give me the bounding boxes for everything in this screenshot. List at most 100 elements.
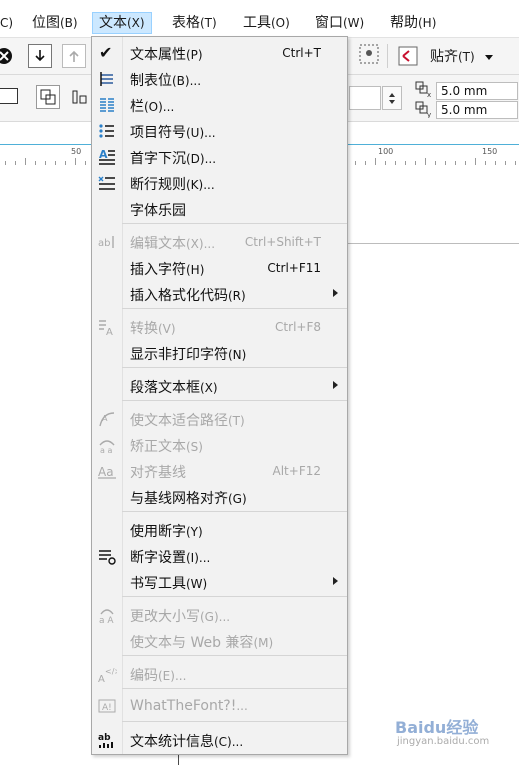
menu-item[interactable]: ab 文本统计信息(C)...: [92, 727, 347, 753]
svg-text:x: x: [427, 91, 431, 98]
menu-table[interactable]: 表格(T): [166, 12, 223, 34]
menu-item-label: 字体乐园: [130, 203, 186, 219]
menu-separator: [122, 400, 347, 401]
spinner-icon[interactable]: [382, 86, 402, 110]
import-icon[interactable]: [28, 44, 52, 68]
ruler-tick: [425, 158, 426, 165]
submenu-arrow-icon: [333, 289, 338, 297]
svg-text:A: A: [98, 674, 105, 684]
menu-item[interactable]: 断行规则(K)...: [92, 170, 347, 196]
menu-item-shortcut: Ctrl+T: [282, 46, 321, 60]
menu-item-label: 对齐基线: [130, 465, 186, 481]
menu-item[interactable]: 段落文本框(X): [92, 373, 347, 399]
line-break-rules-icon: [97, 173, 117, 193]
tab-stops-icon: [97, 69, 117, 89]
menu-item[interactable]: 使用断字(Y): [92, 517, 347, 543]
menu-item[interactable]: A 首字下沉(D)...: [92, 144, 347, 170]
menu-item-shortcut: Ctrl+F11: [267, 261, 321, 275]
rectangle-shape-icon[interactable]: [0, 88, 18, 104]
columns-icon: [97, 95, 117, 115]
drop-cap-icon: A: [97, 147, 117, 167]
fit-text-to-path-icon: A: [97, 409, 117, 429]
menu-separator: [122, 223, 347, 224]
offset-x-icon: x: [414, 80, 434, 99]
menu-item-label: 转换(V): [130, 321, 176, 337]
menu-tools[interactable]: 工具(O): [237, 12, 296, 34]
menu-item: ab 编辑文本(X)... Ctrl+Shift+T: [92, 229, 347, 255]
check-icon: ✔: [99, 43, 113, 62]
property-field-partial[interactable]: [349, 86, 381, 110]
snap-icon[interactable]: [396, 44, 420, 68]
svg-text:a A: a A: [99, 616, 114, 625]
menu-item[interactable]: 字体乐园: [92, 196, 347, 222]
group-objects-icon[interactable]: [36, 85, 60, 109]
watermark-url: jingyan.baidu.com: [397, 736, 490, 747]
bullets-icon: [97, 121, 117, 141]
menu-item-label: 显示非打印字符(N): [130, 347, 247, 363]
menu-item[interactable]: ✔ 文本属性(P) Ctrl+T: [92, 40, 347, 66]
menu-item-shortcut: Ctrl+F8: [275, 320, 321, 334]
whatthefont-icon: A!: [97, 697, 117, 717]
svg-text:</>: </>: [105, 667, 117, 676]
submenu-arrow-icon: [333, 381, 338, 389]
menu-item: 使文本与 Web 兼容(M): [92, 628, 347, 654]
page-border: [348, 243, 519, 244]
ruler-label: 150: [482, 147, 498, 156]
menu-separator: [122, 308, 347, 309]
menu-item[interactable]: 显示非打印字符(N): [92, 340, 347, 366]
menu-item-label: 插入字符(H): [130, 262, 205, 278]
menu-item-label: 使用断字(Y): [130, 524, 203, 540]
menu-item: a A 更改大小写(G)...: [92, 602, 347, 628]
menu-item: Aa 对齐基线 Alt+F12: [92, 458, 347, 484]
menu-item[interactable]: 栏(O)...: [92, 92, 347, 118]
svg-text:ab: ab: [98, 733, 111, 743]
menu-item-label: 插入格式化代码(R): [130, 288, 246, 304]
menu-item-label: 断字设置(I)...: [130, 550, 211, 566]
snap-dropdown[interactable]: 贴齐(T): [430, 46, 494, 66]
menu-prev-item[interactable]: C): [0, 12, 19, 34]
menu-item[interactable]: 书写工具(W): [92, 569, 347, 595]
menu-item[interactable]: 项目符号(U)...: [92, 118, 347, 144]
menu-item-label: 编辑文本(X)...: [130, 236, 216, 252]
svg-text:a a: a a: [100, 446, 112, 455]
menu-item-label: 制表位(B)...: [130, 73, 202, 89]
menu-item[interactable]: 插入格式化代码(R): [92, 281, 347, 307]
menu-item-shortcut: Ctrl+Shift+T: [244, 235, 321, 249]
ruler-label: 100: [378, 147, 394, 156]
menu-item-label: 书写工具(W): [130, 576, 208, 592]
menu-item[interactable]: 断字设置(I)...: [92, 543, 347, 569]
menu-item-label: 使文本适合路径(T): [130, 413, 245, 429]
menu-separator: [122, 655, 347, 656]
menu-help[interactable]: 帮助(H): [384, 12, 442, 34]
watermark: Baidu经验 jingyan.baidu.com: [395, 714, 505, 754]
menu-separator: [122, 511, 347, 512]
change-case-icon: a A: [97, 605, 117, 626]
menu-separator: [122, 688, 347, 689]
menubar: C) 位图(B) 文本(X) 表格(T) 工具(O) 窗口(W) 帮助(H): [0, 10, 519, 38]
menu-item[interactable]: 制表位(B)...: [92, 66, 347, 92]
menu-item[interactable]: 插入字符(H) Ctrl+F11: [92, 255, 347, 281]
offset-y-input[interactable]: 5.0 mm: [436, 101, 518, 119]
no-entry-icon[interactable]: [0, 44, 16, 68]
menu-text[interactable]: 文本(X): [92, 12, 152, 34]
export-icon[interactable]: [62, 44, 86, 68]
menu-item[interactable]: 与基线网格对齐(G): [92, 484, 347, 510]
menu-window[interactable]: 窗口(W): [309, 12, 370, 34]
svg-text:A!: A!: [102, 703, 112, 713]
submenu-arrow-icon: [333, 577, 338, 585]
menu-bitmap[interactable]: 位图(B): [26, 12, 84, 34]
align-objects-icon[interactable]: [68, 85, 92, 109]
menu-item-label: 文本属性(P): [130, 47, 203, 63]
menu-item-label: 文本统计信息(C)...: [130, 734, 244, 750]
menu-item-label: 项目符号(U)...: [130, 125, 216, 141]
align-baseline-icon: Aa: [97, 461, 117, 481]
menu-item: A</> 编码(E)...: [92, 661, 347, 687]
ruler-tick: [475, 158, 476, 165]
view-options-icon[interactable]: [357, 42, 381, 66]
menu-item: A 使文本适合路径(T): [92, 406, 347, 432]
menu-item: A 转换(V) Ctrl+F8: [92, 314, 347, 340]
offset-x-input[interactable]: 5.0 mm: [436, 82, 518, 100]
svg-text:y: y: [427, 111, 431, 118]
edit-text-icon: ab: [97, 232, 117, 252]
ruler-tick: [25, 158, 26, 165]
